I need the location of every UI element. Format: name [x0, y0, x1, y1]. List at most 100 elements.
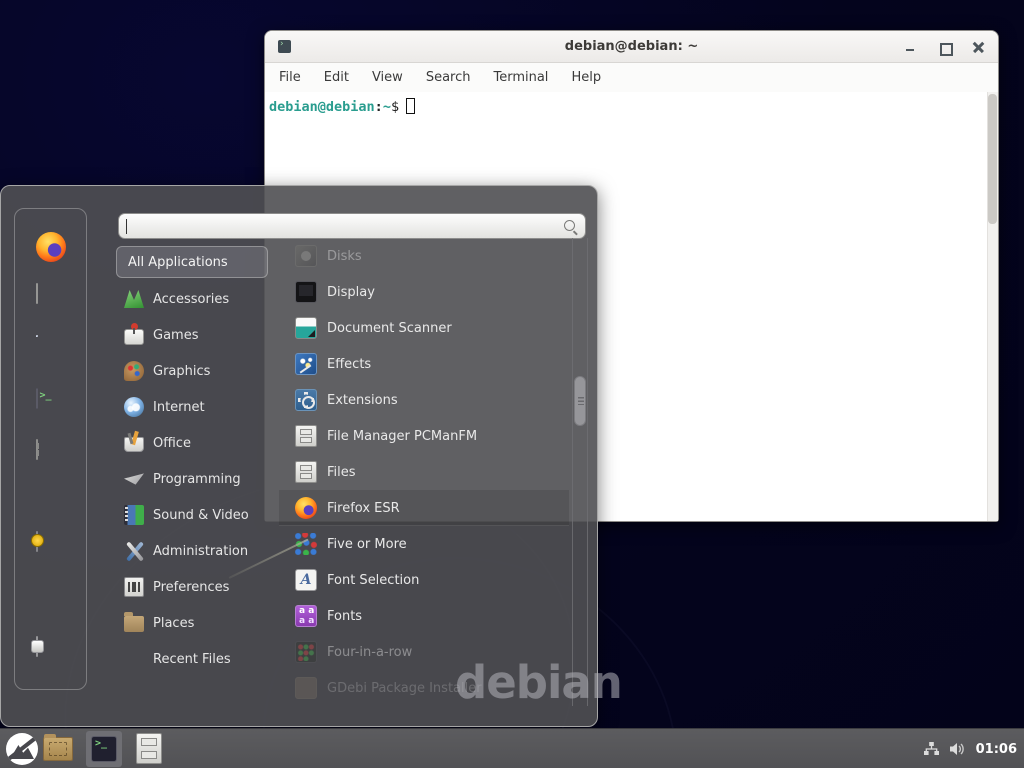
file-manager-launcher[interactable]	[43, 737, 73, 761]
terminal-icon	[91, 736, 117, 762]
category-label: Recent Files	[153, 652, 231, 667]
font-selection-icon	[295, 569, 317, 591]
favorite-pidgin[interactable]	[34, 334, 68, 368]
terminal-scrollbar[interactable]	[987, 92, 998, 521]
terminal-titlebar[interactable]: debian@debian: ~	[265, 31, 998, 63]
app-disks[interactable]: Disks	[279, 238, 569, 274]
search-input[interactable]	[118, 213, 586, 239]
app-font-selection[interactable]: Font Selection	[279, 562, 569, 598]
category-label: All Applications	[128, 255, 228, 270]
file-cabinet-icon	[295, 425, 317, 447]
minimize-button[interactable]	[905, 42, 916, 53]
app-label: Effects	[327, 357, 371, 372]
app-firefox-esr[interactable]: Firefox ESR	[279, 490, 569, 526]
app-fonts[interactable]: Fonts	[279, 598, 569, 634]
menu-scrollbar-thumb[interactable]	[574, 376, 586, 426]
internet-icon	[124, 397, 144, 417]
maximize-button[interactable]	[939, 42, 950, 53]
category-internet[interactable]: Internet	[116, 389, 268, 425]
clock[interactable]: 01:06	[976, 742, 1017, 757]
application-menu: All Applications Accessories Games Graphics…	[0, 185, 598, 727]
favorite-shutdown[interactable]	[34, 635, 68, 669]
menu-scrollbar[interactable]	[572, 238, 588, 706]
close-button[interactable]	[973, 42, 984, 53]
favorite-file-manager[interactable]	[34, 438, 68, 472]
app-label: Fonts	[327, 609, 362, 624]
category-graphics[interactable]: Graphics	[116, 353, 268, 389]
app-label: Extensions	[327, 393, 398, 408]
category-all-applications[interactable]: All Applications	[116, 246, 268, 278]
preferences-icon	[124, 577, 144, 597]
office-icon	[124, 437, 144, 452]
category-office[interactable]: Office	[116, 425, 268, 461]
app-files[interactable]: Files	[279, 454, 569, 490]
programming-icon	[124, 469, 144, 489]
accessories-icon	[124, 289, 144, 309]
category-label: Programming	[153, 472, 241, 487]
menubar-item-file[interactable]: File	[279, 70, 301, 85]
terminal-scrollbar-thumb[interactable]	[988, 94, 997, 224]
favorite-firefox[interactable]	[34, 230, 68, 264]
debian-watermark: debian	[455, 656, 622, 709]
app-file-manager-pcmanfm[interactable]: File Manager PCManFM	[279, 418, 569, 454]
category-label: Sound & Video	[153, 508, 249, 523]
app-label: Display	[327, 285, 375, 300]
favorite-log-out[interactable]	[34, 582, 68, 616]
app-effects[interactable]: Effects	[279, 346, 569, 382]
menubar-item-edit[interactable]: Edit	[324, 70, 349, 85]
category-label: Games	[153, 328, 198, 343]
volume-icon[interactable]	[949, 741, 967, 757]
menu-button[interactable]	[6, 733, 38, 765]
category-label: Accessories	[153, 292, 229, 307]
category-label: Graphics	[153, 364, 210, 379]
favorite-terminal[interactable]	[34, 387, 68, 421]
favorite-software[interactable]	[34, 282, 68, 316]
app-five-or-more[interactable]: Five or More	[279, 526, 569, 562]
menubar-item-terminal[interactable]: Terminal	[493, 70, 548, 85]
favorite-lock-screen[interactable]	[34, 530, 68, 564]
software-icon	[36, 283, 38, 304]
terminal-icon	[36, 388, 38, 409]
category-label: Places	[153, 616, 194, 631]
terminal-launcher-active[interactable]	[86, 731, 122, 767]
menubar-item-view[interactable]: View	[372, 70, 403, 85]
category-recent-files[interactable]: Recent Files	[116, 641, 268, 677]
system-tray: 01:06	[923, 729, 1024, 768]
files-launcher[interactable]	[136, 733, 162, 764]
prompt-user-host: debian@debian	[269, 99, 375, 115]
display-icon	[295, 281, 317, 303]
menubar-item-help[interactable]: Help	[571, 70, 601, 85]
sound-video-icon	[124, 505, 144, 525]
places-icon	[124, 616, 144, 632]
menubar-item-search[interactable]: Search	[426, 70, 471, 85]
app-label: File Manager PCManFM	[327, 429, 477, 444]
screen: debian@debian: ~ File Edit View Search Termi…	[0, 0, 1024, 768]
category-programming[interactable]: Programming	[116, 461, 268, 497]
category-label: Preferences	[153, 580, 229, 595]
fonts-icon	[295, 605, 317, 627]
four-in-a-row-icon	[295, 641, 317, 663]
category-sound-video[interactable]: Sound & Video	[116, 497, 268, 533]
app-label: Font Selection	[327, 573, 419, 588]
window-controls	[905, 31, 984, 63]
graphics-icon	[124, 361, 144, 381]
gdebi-icon	[295, 677, 317, 699]
app-extensions[interactable]: Extensions	[279, 382, 569, 418]
category-label: Internet	[153, 400, 205, 415]
network-icon[interactable]	[923, 741, 940, 757]
category-list: All Applications Accessories Games Graphics…	[116, 246, 268, 677]
category-preferences[interactable]: Preferences	[116, 569, 268, 605]
disks-icon	[295, 245, 317, 267]
file-manager-icon	[36, 439, 38, 460]
app-label: Files	[327, 465, 356, 480]
app-display[interactable]: Display	[279, 274, 569, 310]
category-games[interactable]: Games	[116, 317, 268, 353]
administration-icon	[124, 541, 144, 561]
category-places[interactable]: Places	[116, 605, 268, 641]
app-document-scanner[interactable]: Document Scanner	[279, 310, 569, 346]
category-administration[interactable]: Administration	[116, 533, 268, 569]
window-title: debian@debian: ~	[565, 39, 698, 54]
menu-logo-icon	[6, 733, 38, 765]
category-accessories[interactable]: Accessories	[116, 281, 268, 317]
terminal-cursor	[406, 98, 415, 114]
